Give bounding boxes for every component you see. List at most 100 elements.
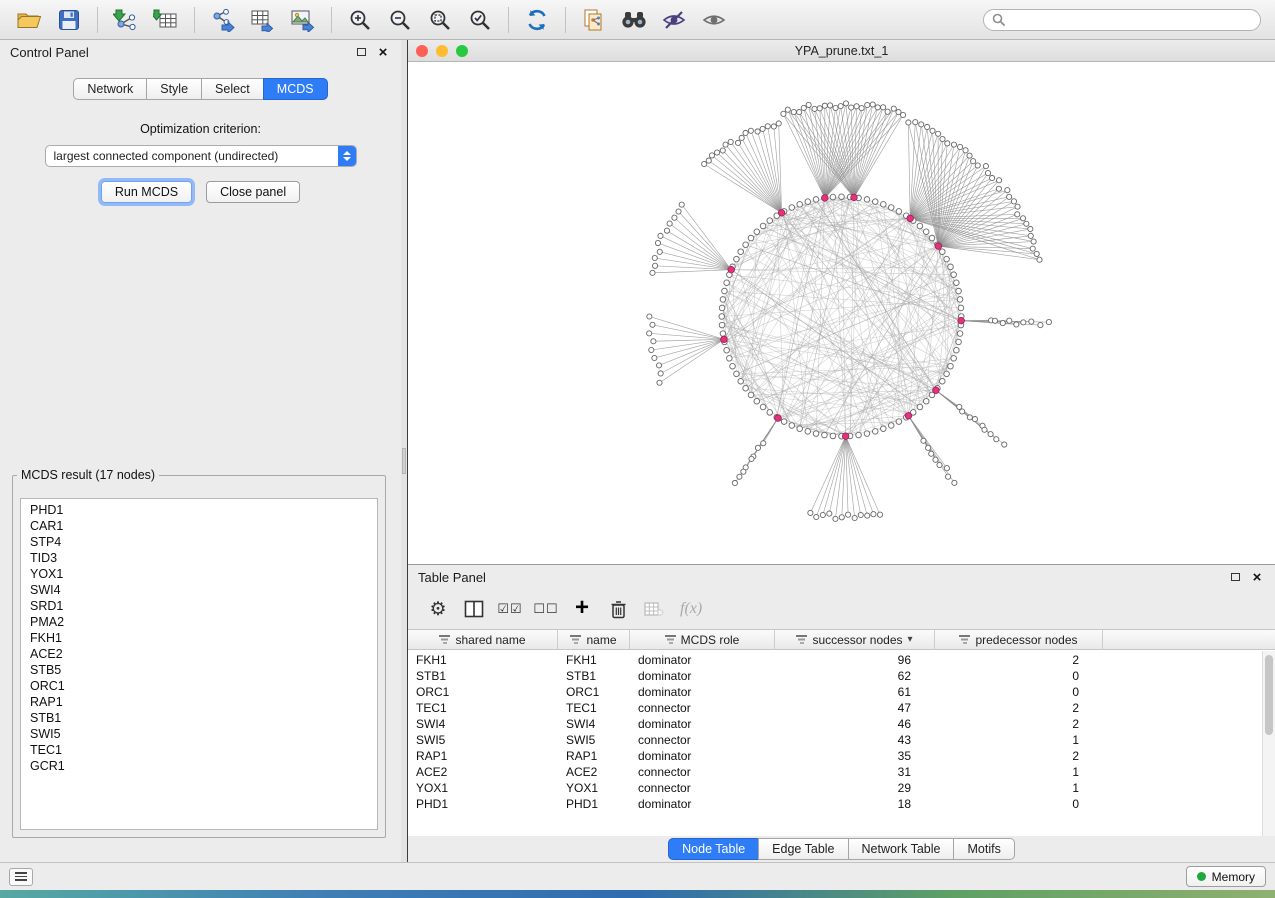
column-header-shared-name[interactable]: shared name [408,630,558,649]
network-window-title: YPA_prune.txt_1 [408,44,1275,58]
disabled-grid-icon [644,601,664,617]
splitter-grip[interactable] [402,448,406,474]
result-item[interactable]: TID3 [30,550,368,566]
column-header-predecessor-nodes[interactable]: predecessor nodes [935,630,1103,649]
zoom-in-button[interactable] [341,5,379,35]
result-item[interactable]: SWI5 [30,726,368,742]
table-cell: 96 [775,652,935,668]
result-item[interactable]: ACE2 [30,646,368,662]
result-item[interactable]: CAR1 [30,518,368,534]
table-cell: 0 [935,668,1103,684]
column-header-filler [1103,630,1275,649]
close-panel-button[interactable]: × [375,44,391,60]
result-item[interactable]: SWI4 [30,582,368,598]
tab-style[interactable]: Style [146,78,202,100]
table-cell: RAP1 [408,748,558,764]
export-table-button[interactable] [244,5,282,35]
optimization-criterion-select[interactable]: largest connected component (undirected) [45,145,357,167]
table-row[interactable]: STB1STB1dominator620 [408,668,1275,684]
import-table-button[interactable] [147,5,185,35]
dropdown-stepper-icon [338,146,356,166]
float-table-panel-button[interactable] [1227,569,1243,585]
table-cell: SWI5 [558,732,630,748]
open-session-button[interactable] [10,5,48,35]
result-item[interactable]: YOX1 [30,566,368,582]
result-item[interactable]: PHD1 [30,502,368,518]
application-window: Control Panel × Network Style Select MCD… [0,0,1275,898]
run-mcds-button[interactable]: Run MCDS [101,181,192,203]
tab-motifs[interactable]: Motifs [953,838,1014,860]
close-panel-action-button[interactable]: Close panel [206,181,300,203]
mcds-result-list[interactable]: PHD1CAR1STP4TID3YOX1SWI4SRD1PMA2FKH1ACE2… [20,498,378,830]
sort-descending-icon[interactable]: ▾ [908,634,913,645]
column-header-mcds-role[interactable]: MCDS role [630,630,775,649]
close-table-panel-button[interactable]: × [1249,569,1265,585]
tab-network-table[interactable]: Network Table [848,838,955,860]
column-header-name[interactable]: name [558,630,630,649]
result-item[interactable]: FKH1 [30,630,368,646]
search-input[interactable] [1012,12,1252,28]
hide-graphics-details-button[interactable] [655,5,693,35]
table-cell: 61 [775,684,935,700]
scrollbar-thumb[interactable] [1265,655,1273,735]
zoom-fit-button[interactable] [421,5,459,35]
tab-edge-table[interactable]: Edge Table [758,838,848,860]
refresh-icon [525,8,549,32]
result-item[interactable]: GCR1 [30,758,368,774]
global-search-box[interactable] [983,9,1261,31]
table-cell: 62 [775,668,935,684]
search-network-button[interactable] [615,5,653,35]
export-network-button[interactable] [204,5,242,35]
table-cell: connector [630,700,775,716]
result-item[interactable]: STB5 [30,662,368,678]
column-header-successor-nodes[interactable]: successor nodes ▾ [775,630,935,649]
result-item[interactable]: ORC1 [30,678,368,694]
table-row[interactable]: YOX1YOX1connector291 [408,780,1275,796]
table-vertical-scrollbar[interactable] [1262,651,1275,836]
close-icon: × [379,45,388,60]
memory-button[interactable]: Memory [1186,866,1266,887]
import-network-icon [113,8,139,32]
toolbar-separator [331,7,332,33]
delete-column-button[interactable] [602,594,634,624]
toggle-columns-button[interactable] [458,594,490,624]
result-item[interactable]: STP4 [30,534,368,550]
status-menu-button[interactable] [9,868,33,886]
import-network-button[interactable] [107,5,145,35]
copy-view-button[interactable] [575,5,613,35]
table-row[interactable]: RAP1RAP1dominator352 [408,748,1275,764]
zoom-out-button[interactable] [381,5,419,35]
result-item[interactable]: STB1 [30,710,368,726]
table-cell: 29 [775,780,935,796]
table-row[interactable]: ACE2ACE2connector311 [408,764,1275,780]
result-item[interactable]: RAP1 [30,694,368,710]
table-row[interactable]: SWI4SWI4dominator462 [408,716,1275,732]
column-type-icon [439,635,450,644]
float-panel-button[interactable] [353,44,369,60]
result-item[interactable]: SRD1 [30,598,368,614]
table-row[interactable]: SWI5SWI5connector431 [408,732,1275,748]
table-cell: ACE2 [408,764,558,780]
table-cell: SWI5 [408,732,558,748]
deselect-all-rows-button[interactable]: ☐☐ [530,594,562,624]
table-settings-button[interactable]: ⚙ [422,594,454,624]
tab-node-table[interactable]: Node Table [668,838,759,860]
tab-network[interactable]: Network [73,78,147,100]
result-item[interactable]: PMA2 [30,614,368,630]
create-column-button[interactable]: + [566,594,598,624]
tab-select[interactable]: Select [201,78,264,100]
apply-layout-button[interactable] [518,5,556,35]
show-graphics-details-button[interactable] [695,5,733,35]
table-row[interactable]: PHD1PHD1dominator180 [408,796,1275,812]
table-row[interactable]: FKH1FKH1dominator962 [408,652,1275,668]
tab-mcds[interactable]: MCDS [263,78,328,100]
network-canvas[interactable] [408,62,1275,564]
table-row[interactable]: ORC1ORC1dominator610 [408,684,1275,700]
select-all-rows-button[interactable]: ☑☑ [494,594,526,624]
result-item[interactable]: TEC1 [30,742,368,758]
table-row[interactable]: TEC1TEC1connector472 [408,700,1275,716]
export-image-button[interactable] [284,5,322,35]
zoom-selected-button[interactable] [461,5,499,35]
save-session-button[interactable] [50,5,88,35]
table-cell: dominator [630,716,775,732]
